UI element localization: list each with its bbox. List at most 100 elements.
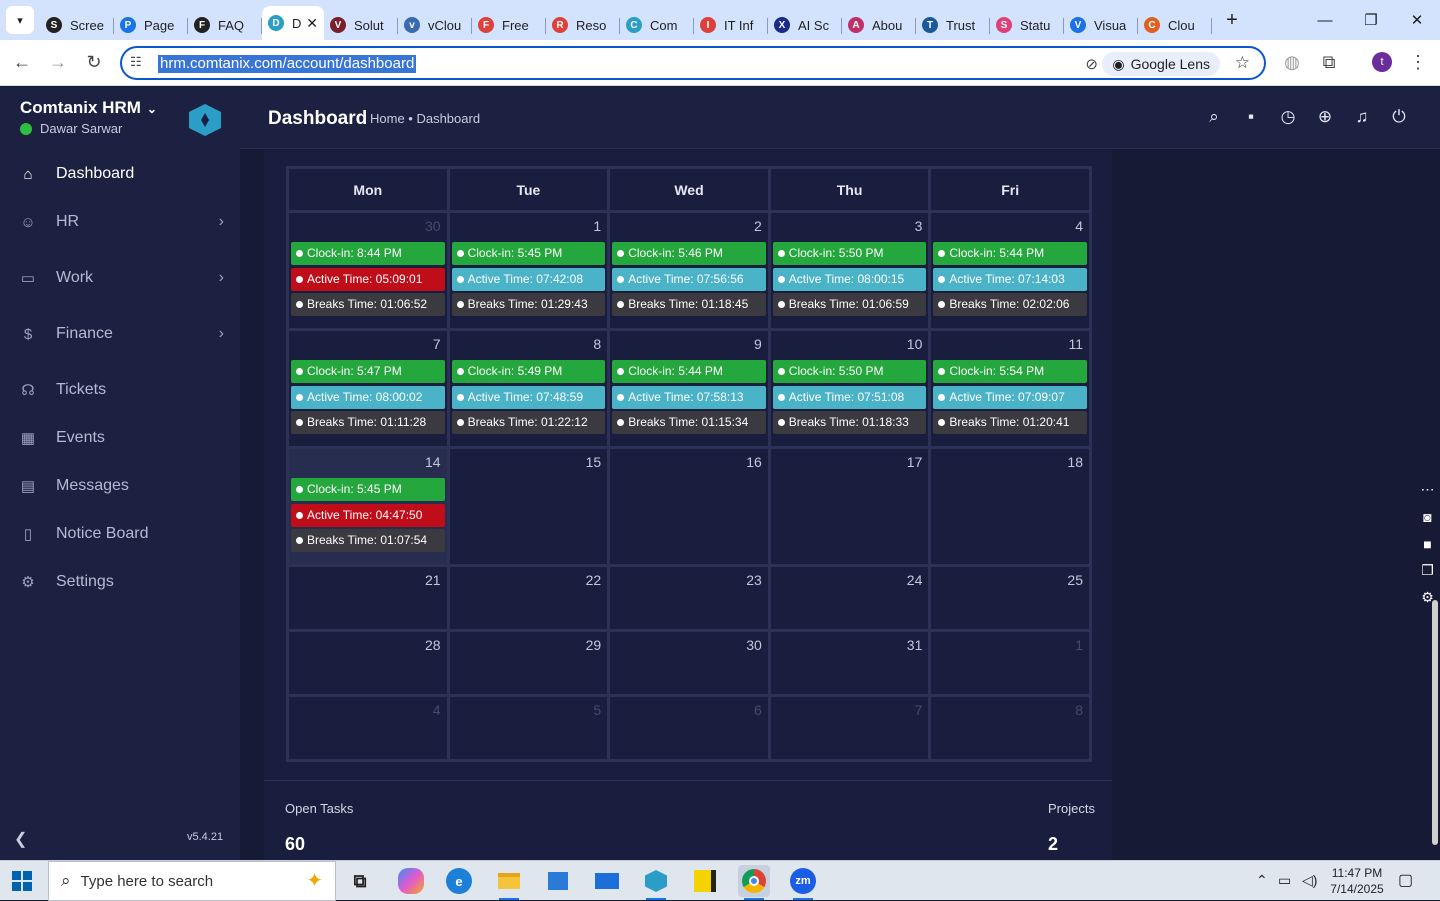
browser-tab[interactable]: F FAQ	[188, 10, 262, 40]
bookmark-star-icon[interactable]: ☆	[1235, 53, 1250, 73]
brand-switcher[interactable]: Comtanix HRM ⌄	[20, 98, 157, 118]
browser-tab[interactable]: C Clou	[1138, 10, 1212, 40]
new-tab-button[interactable]: +	[1218, 9, 1246, 32]
browser-tab[interactable]: V Solut	[324, 10, 398, 40]
sticky-notes-icon[interactable]	[689, 865, 721, 897]
clock-in-event[interactable]: Clock-in: 5:46 PM	[612, 242, 766, 265]
sidebar-item-hr[interactable]: ☺ HR ›	[0, 202, 240, 242]
calendar-day-cell[interactable]: 30	[607, 629, 771, 697]
url-text[interactable]: hrm.comtanix.com/account/dashboard	[158, 55, 417, 73]
minimize-button[interactable]: —	[1302, 0, 1348, 40]
sidebar-item-events[interactable]: ▦ Events	[0, 418, 240, 458]
link-icon[interactable]: ⋯	[1415, 476, 1440, 503]
breaks-time-event[interactable]: Breaks Time: 01:18:33	[772, 411, 927, 434]
breaks-time-event[interactable]: Breaks Time: 01:18:45	[612, 293, 766, 316]
calendar-day-cell[interactable]: 7	[767, 694, 932, 762]
browser-tab[interactable]: v vClou	[398, 10, 472, 40]
chrome-icon[interactable]	[738, 865, 770, 900]
breaks-time-event[interactable]: Breaks Time: 02:02:06	[933, 293, 1087, 316]
extensions-icon[interactable]: ⧉	[1317, 52, 1341, 73]
browser-tab[interactable]: P Page	[114, 10, 188, 40]
active-time-event[interactable]: Active Time: 08:00:02	[291, 386, 445, 409]
calendar-day-cell[interactable]: 9 Clock-in: 5:44 PM Active Time: 07:58:13 B…	[607, 328, 771, 449]
calendar-day-cell[interactable]: 22	[446, 564, 611, 632]
active-time-event[interactable]: Active Time: 07:48:59	[451, 386, 606, 409]
calendar-day-cell[interactable]: 3 Clock-in: 5:50 PM Active Time: 08:00:15 B…	[767, 210, 932, 331]
clock-in-event[interactable]: Clock-in: 5:44 PM	[612, 360, 766, 383]
clock-in-event[interactable]: Clock-in: 5:54 PM	[933, 360, 1087, 383]
task-view-icon[interactable]: ⧉	[344, 865, 376, 897]
calendar-day-cell[interactable]: 30 Clock-in: 8:44 PM Active Time: 05:09:01…	[286, 210, 450, 331]
collapse-sidebar-icon[interactable]: ❮	[14, 829, 27, 849]
active-time-event[interactable]: Active Time: 07:51:08	[772, 386, 927, 409]
active-time-event[interactable]: Active Time: 04:47:50	[291, 504, 445, 527]
sticky-note-icon[interactable]: ▪	[1240, 107, 1262, 127]
tracking-blocked-icon[interactable]: ⊘	[1085, 55, 1098, 73]
calendar-day-cell[interactable]: 2 Clock-in: 5:46 PM Active Time: 07:56:56 B…	[607, 210, 771, 331]
browser-tab[interactable]: X AI Sc	[768, 10, 842, 40]
restore-button[interactable]: ❐	[1348, 0, 1394, 40]
calendar-day-cell[interactable]: 7 Clock-in: 5:47 PM Active Time: 08:00:02 B…	[286, 328, 450, 449]
breaks-time-event[interactable]: Breaks Time: 01:07:54	[291, 529, 445, 552]
calendar-day-cell[interactable]: 6	[607, 694, 771, 762]
browser-menu-icon[interactable]: ⋮	[1406, 52, 1430, 73]
reload-icon[interactable]: ↻	[82, 52, 106, 73]
address-bar[interactable]: ☷ hrm.comtanix.com/account/dashboard ⊘ ◉…	[120, 46, 1266, 80]
calendar-day-cell[interactable]: 23	[607, 564, 771, 632]
microsoft-store-icon[interactable]	[542, 865, 574, 897]
open-tasks-value[interactable]: 60	[285, 834, 305, 855]
bell-icon[interactable]: ♫	[1351, 107, 1373, 127]
edge-icon[interactable]: e	[446, 868, 472, 894]
projects-value[interactable]: 2	[1048, 834, 1058, 855]
calendar-day-cell[interactable]: 14 Clock-in: 5:45 PM Active Time: 04:47:50…	[286, 446, 450, 567]
active-time-event[interactable]: Active Time: 07:09:07	[933, 386, 1087, 409]
active-time-event[interactable]: Active Time: 07:14:03	[933, 268, 1087, 291]
clock-in-event[interactable]: Clock-in: 5:49 PM	[451, 360, 606, 383]
calendar-day-cell[interactable]: 1	[928, 629, 1092, 697]
calendar-day-cell[interactable]: 10 Clock-in: 5:50 PM Active Time: 07:51:08…	[767, 328, 932, 449]
sidebar-item-tickets[interactable]: ☊ Tickets	[0, 370, 240, 410]
notifications-icon[interactable]: ▢	[1398, 870, 1413, 890]
calendar-day-cell[interactable]: 4	[286, 694, 450, 762]
forward-icon[interactable]: →	[46, 52, 70, 73]
windows-start-icon[interactable]	[12, 871, 32, 891]
tab-search-button[interactable]: ▾	[6, 6, 34, 34]
clock-icon[interactable]: ◷	[1277, 107, 1299, 127]
clock-in-event[interactable]: Clock-in: 5:50 PM	[772, 360, 927, 383]
sidebar-item-notice-board[interactable]: ▯ Notice Board	[0, 514, 240, 554]
sidebar-item-dashboard[interactable]: ⌂ Dashboard	[0, 154, 240, 194]
clock-in-event[interactable]: Clock-in: 8:44 PM	[291, 242, 445, 265]
active-time-event[interactable]: Active Time: 07:58:13	[612, 386, 766, 409]
file-explorer-icon[interactable]	[493, 865, 525, 900]
window-icon[interactable]: ❐	[1415, 557, 1440, 584]
close-window-button[interactable]: ✕	[1394, 0, 1440, 40]
active-time-event[interactable]: Active Time: 05:09:01	[291, 268, 445, 291]
calendar-day-cell[interactable]: 8 Clock-in: 5:49 PM Active Time: 07:48:59 B…	[446, 328, 611, 449]
calendar-day-cell[interactable]: 28	[286, 629, 450, 697]
breaks-time-event[interactable]: Breaks Time: 01:15:34	[612, 411, 766, 434]
calendar-day-cell[interactable]: 16	[607, 446, 771, 567]
calendar-day-cell[interactable]: 29	[446, 629, 611, 697]
calendar-day-cell[interactable]: 15	[446, 446, 611, 567]
sidebar-item-settings[interactable]: ⚙ Settings	[0, 562, 240, 602]
browser-tab[interactable]: R Reso	[546, 10, 620, 40]
copilot-icon[interactable]	[398, 868, 424, 894]
active-time-event[interactable]: Active Time: 07:42:08	[451, 268, 606, 291]
browser-tab[interactable]: C Com	[620, 10, 694, 40]
system-clock[interactable]: 11:47 PM 7/14/2025	[1330, 865, 1384, 897]
zoom-icon[interactable]: zm	[787, 865, 819, 900]
clock-in-event[interactable]: Clock-in: 5:44 PM	[933, 242, 1087, 265]
video-icon[interactable]: ■	[1415, 530, 1440, 557]
google-lens-button[interactable]: ◉ Google Lens	[1102, 52, 1220, 76]
translate-icon[interactable]: ◍	[1280, 52, 1304, 73]
breaks-time-event[interactable]: Breaks Time: 01:22:12	[451, 411, 606, 434]
breaks-time-event[interactable]: Breaks Time: 01:06:52	[291, 293, 445, 316]
browser-tab[interactable]: S Scree	[40, 10, 114, 40]
breaks-time-event[interactable]: Breaks Time: 01:06:59	[772, 293, 927, 316]
calendar-day-cell[interactable]: 31	[767, 629, 932, 697]
browser-tab[interactable]: I IT Inf	[694, 10, 768, 40]
close-tab-icon[interactable]: ✕	[306, 15, 318, 32]
calendar-day-cell[interactable]: 17	[767, 446, 932, 567]
browser-tab[interactable]: F Free	[472, 10, 546, 40]
breaks-time-event[interactable]: Breaks Time: 01:11:28	[291, 411, 445, 434]
